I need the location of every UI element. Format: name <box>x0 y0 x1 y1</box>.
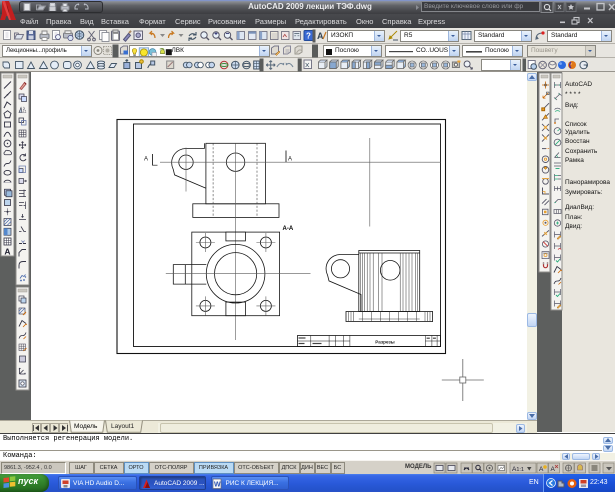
svg-text:A: A <box>4 246 10 256</box>
svg-text:А1:1: А1:1 <box>512 466 524 473</box>
svg-text:А: А <box>144 157 148 163</box>
svg-text:A: A <box>317 31 324 41</box>
svg-text:Разрезы: Разрезы <box>375 340 395 345</box>
svg-text:А: А <box>288 157 292 163</box>
svg-text:?: ? <box>306 32 311 41</box>
svg-text:А-А: А-А <box>283 226 294 232</box>
svg-text:W: W <box>214 482 221 489</box>
svg-text:А: А <box>551 466 556 473</box>
